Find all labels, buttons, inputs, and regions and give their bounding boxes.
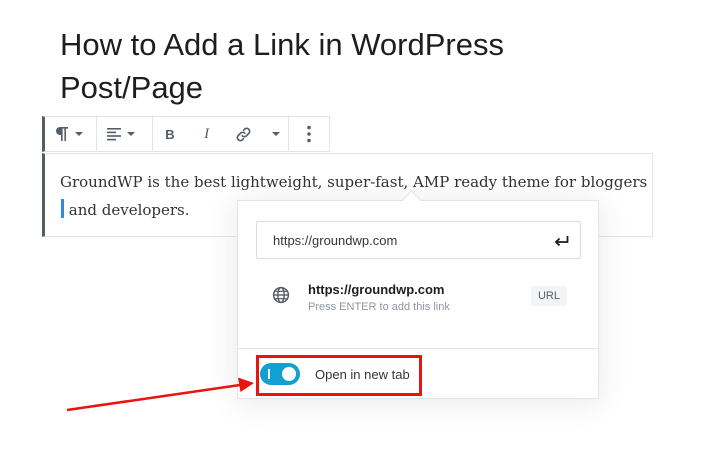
- annotation-arrow: [66, 377, 254, 412]
